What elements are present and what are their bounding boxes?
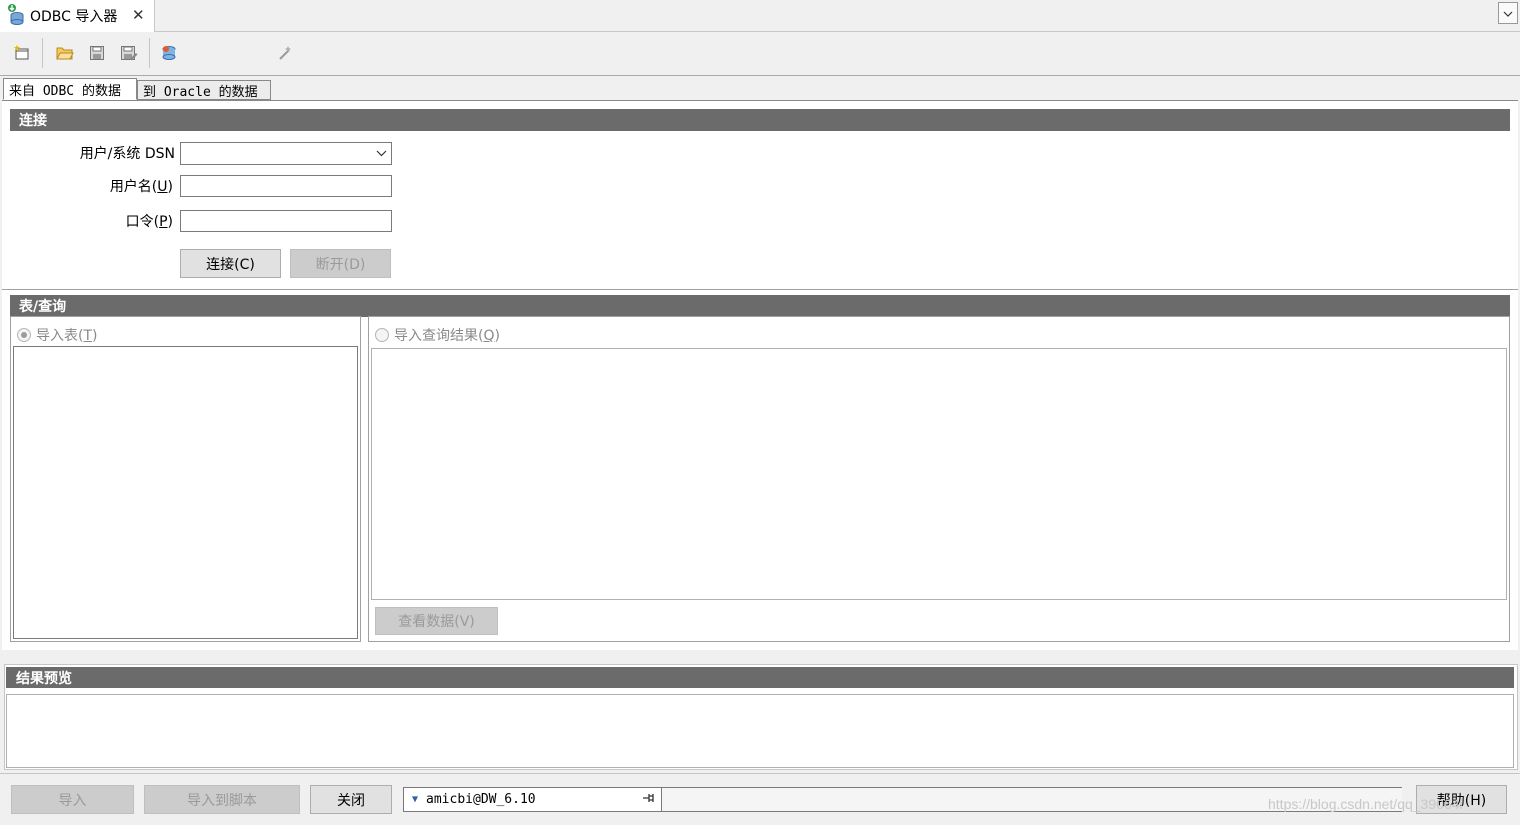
database-connect-button[interactable] bbox=[157, 43, 181, 67]
dropdown-triangle-icon[interactable]: ▼ bbox=[412, 794, 418, 805]
close-button[interactable]: 关闭 bbox=[310, 785, 392, 814]
odbc-importer-icon bbox=[6, 3, 24, 29]
save-button[interactable] bbox=[85, 43, 109, 67]
view-data-button[interactable]: 查看数据(V) bbox=[375, 607, 498, 635]
import-table-radio[interactable]: 导入表(T) bbox=[17, 325, 98, 345]
toolbar-separator bbox=[42, 38, 43, 68]
new-window-button[interactable] bbox=[10, 43, 34, 67]
connection-value: amicbi@DW_6.10 bbox=[426, 792, 536, 807]
save-icon bbox=[89, 45, 105, 65]
document-tab-bar bbox=[0, 0, 1520, 32]
wand-icon bbox=[276, 44, 294, 66]
chevron-down-icon bbox=[376, 144, 387, 165]
document-tab-title: ODBC 导入器 bbox=[30, 9, 118, 25]
table-query-section-header: 表/查询 bbox=[10, 295, 1510, 317]
save-as-button[interactable] bbox=[117, 43, 141, 67]
import-to-script-button[interactable]: 导入到脚本 bbox=[144, 785, 300, 814]
chevron-down-icon bbox=[1503, 7, 1513, 20]
database-connect-icon bbox=[160, 44, 178, 66]
connect-button[interactable]: 连接(C) bbox=[180, 249, 281, 278]
dsn-label: 用户/系统 DSN bbox=[79, 146, 175, 162]
disconnect-button[interactable]: 断开(D) bbox=[290, 249, 391, 278]
tab-from-odbc[interactable]: 来自 ODBC 的数据 bbox=[3, 78, 137, 100]
toolbar bbox=[0, 33, 1520, 76]
query-textarea[interactable] bbox=[371, 348, 1507, 600]
import-button[interactable]: 导入 bbox=[11, 785, 134, 814]
radio-indicator bbox=[375, 328, 389, 342]
open-folder-icon bbox=[56, 45, 74, 65]
result-preview-header: 结果预览 bbox=[6, 667, 1514, 688]
pin-icon[interactable] bbox=[642, 791, 656, 809]
splitter[interactable] bbox=[0, 650, 1520, 660]
section-divider bbox=[2, 289, 1518, 290]
radio-indicator bbox=[17, 328, 31, 342]
open-button[interactable] bbox=[53, 43, 77, 67]
password-label: 口令(P) bbox=[125, 214, 173, 230]
username-label: 用户名(U) bbox=[109, 179, 173, 195]
wand-button[interactable] bbox=[273, 43, 297, 67]
new-window-icon bbox=[13, 44, 31, 66]
dsn-combobox[interactable] bbox=[180, 142, 392, 165]
connection-selector[interactable]: ▼ amicbi@DW_6.10 bbox=[403, 787, 662, 812]
result-preview-area[interactable] bbox=[6, 694, 1514, 768]
watermark-text: https://blog.csdn.net/qq_39064l bbox=[1268, 796, 1463, 812]
document-tab-odbc-importer[interactable]: ODBC 导入器 ✕ bbox=[0, 0, 155, 32]
tab-list-dropdown-button[interactable] bbox=[1498, 2, 1518, 24]
import-query-radio[interactable]: 导入查询结果(Q) bbox=[375, 325, 500, 345]
table-list[interactable] bbox=[13, 346, 358, 639]
save-as-icon bbox=[120, 45, 138, 65]
close-tab-icon[interactable]: ✕ bbox=[132, 6, 145, 24]
username-input[interactable] bbox=[180, 175, 392, 197]
password-input[interactable] bbox=[180, 210, 392, 232]
tab-to-oracle[interactable]: 到 Oracle 的数据 bbox=[137, 80, 271, 100]
toolbar-separator bbox=[149, 38, 150, 68]
connection-section-header: 连接 bbox=[10, 109, 1510, 131]
import-table-label: 导入表(T) bbox=[36, 328, 98, 344]
import-query-label: 导入查询结果(Q) bbox=[394, 328, 500, 344]
